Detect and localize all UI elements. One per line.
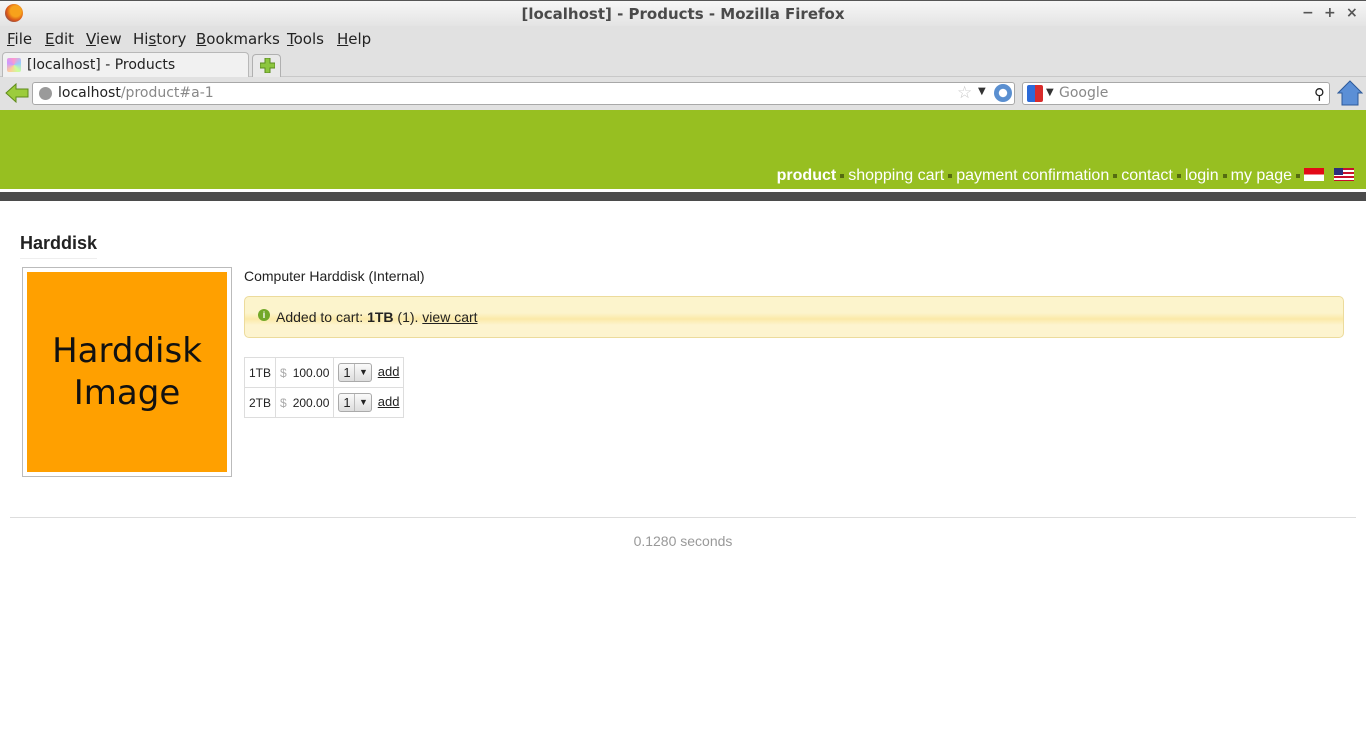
flag-id-icon[interactable] [1304, 168, 1324, 181]
url-text[interactable]: localhost/product#a-1 [58, 85, 214, 101]
header-bar [0, 192, 1366, 201]
nav-payment-confirmation[interactable]: payment confirmation [956, 167, 1109, 184]
new-tab-button[interactable] [252, 54, 281, 77]
variant-name: 2TB [243, 387, 277, 418]
menu-help[interactable]: Help [337, 30, 371, 48]
close-button[interactable]: × [1346, 5, 1358, 21]
menu-history[interactable]: History [133, 30, 186, 48]
table-row: 2TB $200.00 1 ▼ add [243, 387, 405, 418]
chevron-down-icon: ▼ [354, 364, 371, 381]
info-icon: i [258, 309, 270, 321]
site-nav: product shopping cart payment confirmation… [777, 167, 1354, 185]
menu-file[interactable]: File [7, 30, 32, 48]
footer-divider [10, 517, 1356, 518]
variants-table: 1TB $100.00 1 ▼ add 2TB $200.00 1 ▼ add [243, 357, 405, 418]
product-image: Harddisk Image [27, 272, 227, 472]
nav-shopping-cart[interactable]: shopping cart [848, 167, 944, 184]
variant-name: 1TB [243, 357, 277, 388]
url-dropdown-icon[interactable]: ▼ [978, 86, 986, 97]
tab-products[interactable]: [localhost] - Products [2, 52, 249, 78]
search-input[interactable]: Google [1059, 85, 1108, 101]
tabbar: [localhost] - Products [0, 51, 1366, 78]
menu-bookmarks[interactable]: Bookmarks [196, 30, 280, 48]
nav-login[interactable]: login [1185, 167, 1219, 184]
navigation-toolbar: localhost/product#a-1 ☆ ▼ ▼ Google ⚲ [0, 77, 1366, 110]
nav-my-page[interactable]: my page [1231, 167, 1292, 184]
back-arrow-icon[interactable] [5, 83, 29, 103]
product-image-frame: Harddisk Image [22, 267, 232, 477]
nav-product[interactable]: product [777, 167, 837, 184]
render-time: 0.1280 seconds [633, 533, 733, 549]
search-icon[interactable]: ⚲ [1314, 85, 1325, 103]
chevron-down-icon: ▼ [354, 394, 371, 411]
search-engine-dropdown-icon[interactable]: ▼ [1046, 87, 1054, 98]
maximize-button[interactable]: + [1324, 5, 1336, 21]
cart-notice: i Added to cart: 1TB (1). view cart [244, 296, 1344, 338]
table-row: 1TB $100.00 1 ▼ add [243, 357, 405, 388]
menubar: File Edit View History Bookmarks Tools H… [0, 26, 1366, 51]
variant-price: $200.00 [275, 387, 335, 418]
product-description: Computer Harddisk (Internal) [244, 268, 425, 284]
bookmark-star-icon[interactable]: ☆ [957, 83, 972, 103]
view-cart-link[interactable]: view cart [422, 309, 477, 325]
quantity-select[interactable]: 1 ▼ [338, 363, 373, 382]
reload-icon[interactable] [994, 84, 1012, 102]
nav-contact[interactable]: contact [1121, 167, 1173, 184]
flag-us-icon[interactable] [1334, 168, 1354, 181]
notice-message: Added to cart: 1TB (1). view cart [276, 309, 478, 325]
window-titlebar: [localhost] - Products - Mozilla Firefox… [0, 0, 1366, 26]
menu-tools[interactable]: Tools [287, 30, 324, 48]
home-icon[interactable] [1337, 80, 1363, 106]
menu-edit[interactable]: Edit [45, 30, 74, 48]
window-title: [localhost] - Products - Mozilla Firefox [521, 5, 845, 23]
search-bar[interactable]: ▼ Google ⚲ [1022, 82, 1330, 105]
add-button[interactable]: add [378, 364, 400, 379]
globe-icon [39, 87, 52, 100]
url-bar[interactable]: localhost/product#a-1 ☆ ▼ [32, 82, 1015, 105]
quantity-select[interactable]: 1 ▼ [338, 393, 373, 412]
site-header: product shopping cart payment confirmation… [0, 110, 1366, 189]
page-title: Harddisk [20, 233, 98, 259]
add-button[interactable]: add [378, 394, 400, 409]
plus-icon [260, 58, 275, 73]
variant-price: $100.00 [275, 357, 335, 388]
menu-view[interactable]: View [86, 30, 122, 48]
tab-label: [localhost] - Products [27, 57, 176, 73]
favicon-icon [7, 58, 21, 72]
google-logo-icon[interactable] [1027, 85, 1043, 102]
minimize-button[interactable]: − [1302, 5, 1314, 21]
